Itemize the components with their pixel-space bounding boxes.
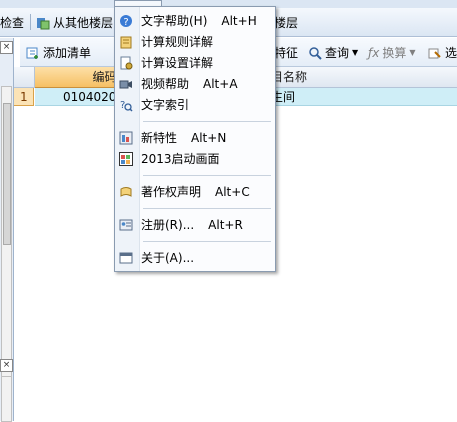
select-icon — [428, 46, 442, 60]
menu-separator — [143, 241, 271, 242]
floor-label: 楼层 — [274, 16, 299, 30]
svg-text:?: ? — [123, 17, 128, 28]
menu-item-text-index[interactable]: ? 文字索引 — [115, 95, 275, 115]
menu-item-splash-2013[interactable]: 2013启动画面 — [115, 149, 275, 169]
query-label: 查询 — [325, 46, 350, 60]
menu-item-label: 新特性 — [141, 131, 178, 145]
menu-item-shortcut: Alt+C — [215, 185, 250, 199]
menu-item-text-help[interactable]: ? 文字帮助(H) Alt+H — [115, 11, 275, 31]
scrollbar-thumb[interactable] — [3, 103, 11, 245]
check-label: 检查 — [0, 16, 25, 30]
left-panel: × × — [0, 38, 14, 422]
menu-item-label: 关于(A)... — [141, 251, 195, 265]
menu-item-label: 文字索引 — [141, 98, 190, 112]
select-label: 选 — [445, 46, 457, 60]
close-icon[interactable]: × — [0, 359, 13, 372]
menu-item-shortcut: Alt+H — [221, 14, 257, 28]
index-search-icon: ? — [119, 98, 133, 112]
chevron-down-icon: ▼ — [409, 48, 416, 57]
menu-item-calc-rules[interactable]: 计算规则详解 — [115, 32, 275, 52]
menu-item-copyright[interactable]: 著作权声明 Alt+C — [115, 182, 275, 202]
rules-book-icon — [119, 35, 133, 49]
left-scrollbar-lower[interactable] — [1, 376, 12, 422]
check-button[interactable]: 检查 — [0, 14, 24, 31]
column-header-name-label: 目名称 — [271, 70, 308, 84]
video-camera-icon — [119, 77, 133, 91]
feature-button[interactable]: 特征 — [274, 44, 298, 61]
splash-screen-icon — [119, 152, 133, 166]
from-other-floor-button[interactable]: 从其他楼层 — [36, 14, 113, 31]
help-menu: ? 文字帮助(H) Alt+H 计算规则详解 计算设置详解 视频帮助 Alt+A ?… — [114, 6, 276, 272]
add-list-icon — [26, 46, 40, 60]
select-button[interactable]: 选 — [428, 44, 457, 61]
about-window-icon — [119, 251, 133, 265]
convert-label: 换算 — [382, 46, 407, 60]
menu-item-register[interactable]: 注册(R)... Alt+R — [115, 215, 275, 235]
certificate-icon — [119, 185, 133, 199]
menu-item-shortcut: Alt+N — [191, 131, 227, 145]
chevron-down-icon: ▼ — [352, 48, 359, 57]
menu-item-shortcut: Alt+A — [203, 77, 238, 91]
menu-item-label: 文字帮助(H) — [141, 14, 208, 28]
menu-item-calc-settings[interactable]: 计算设置详解 — [115, 53, 275, 73]
add-list-button[interactable]: 添加清单 — [26, 44, 91, 61]
row-header-corner — [14, 67, 35, 88]
query-button[interactable]: 查询 ▼ — [308, 44, 358, 61]
menu-item-label: 注册(R)... — [141, 218, 195, 232]
row-number: 1 — [14, 88, 34, 106]
convert-button[interactable]: ƒx 换算 ▼ — [368, 44, 416, 61]
column-header-code-label: 编码 — [92, 70, 117, 84]
menu-separator — [143, 175, 271, 176]
menu-item-label: 计算规则详解 — [141, 35, 214, 49]
function-icon: ƒx — [368, 45, 380, 60]
menu-separator — [143, 121, 271, 122]
svg-text:?: ? — [120, 100, 125, 111]
copy-floor-icon — [36, 16, 50, 30]
help-icon: ? — [119, 14, 133, 28]
close-icon[interactable]: × — [0, 41, 13, 54]
floor-button[interactable]: 楼层 — [274, 14, 298, 31]
left-scrollbar[interactable] — [1, 86, 12, 378]
settings-doc-icon — [119, 56, 133, 70]
menu-item-label: 视频帮助 — [141, 77, 190, 91]
menu-item-video-help[interactable]: 视频帮助 Alt+A — [115, 74, 275, 94]
new-features-icon — [119, 131, 133, 145]
menu-item-shortcut: Alt+R — [208, 218, 243, 232]
menu-item-new-features[interactable]: 新特性 Alt+N — [115, 128, 275, 148]
feature-label: 特征 — [274, 46, 299, 60]
menu-separator — [143, 208, 271, 209]
search-icon — [308, 46, 322, 60]
menu-item-label: 2013启动画面 — [141, 152, 220, 166]
from-other-floor-label: 从其他楼层 — [53, 16, 114, 30]
register-card-icon — [119, 218, 133, 232]
menu-item-about[interactable]: 关于(A)... — [115, 248, 275, 268]
add-list-label: 添加清单 — [43, 46, 92, 60]
toolbar-divider — [30, 14, 31, 30]
menu-item-label: 计算设置详解 — [141, 56, 214, 70]
menu-item-label: 著作权声明 — [141, 185, 202, 199]
